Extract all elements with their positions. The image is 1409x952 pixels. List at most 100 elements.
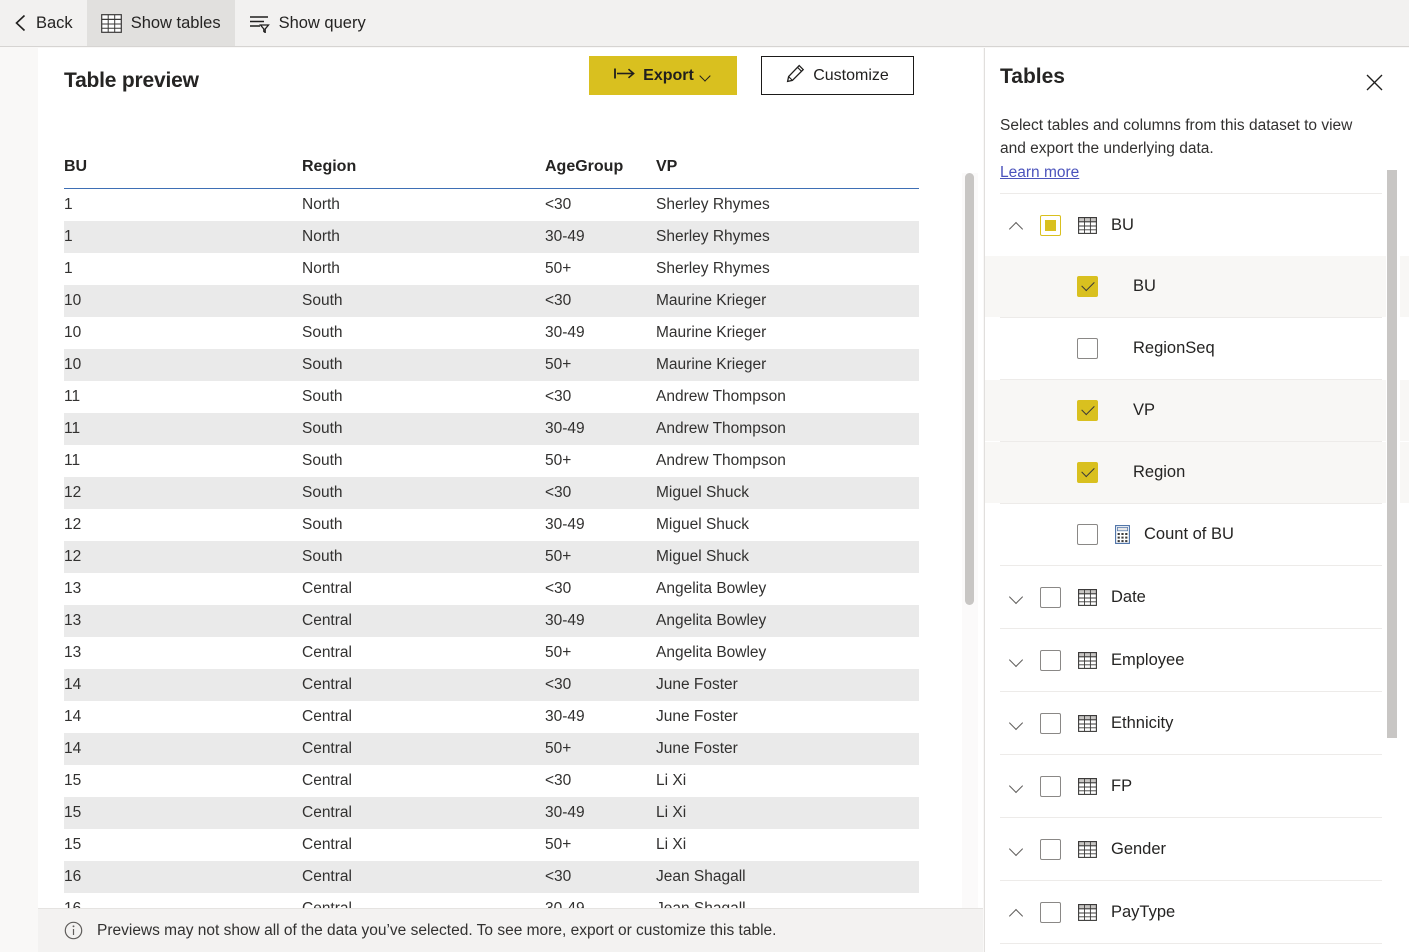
table-row[interactable]: 13 Central 50+ Angelita Bowley — [64, 637, 919, 669]
chevron-left-icon — [14, 14, 27, 32]
table-row[interactable]: 15 Central <30 Li Xi — [64, 765, 919, 797]
tree-column-vp[interactable]: VP — [985, 380, 1409, 441]
table-cell: South — [302, 348, 545, 381]
table-cell: 10 — [64, 348, 302, 381]
column-header-bu[interactable]: BU — [64, 158, 302, 189]
table-header-row: BU Region AgeGroup VP — [64, 158, 919, 189]
tree-table-employee[interactable]: Employee — [985, 629, 1409, 691]
table-row[interactable]: 11 South <30 Andrew Thompson — [64, 381, 919, 413]
tree-column-region[interactable]: Region — [985, 442, 1409, 503]
table-cell: South — [302, 323, 343, 341]
table-row[interactable]: 16 Central <30 Jean Shagall — [64, 860, 919, 893]
table-cell: 1 — [64, 220, 302, 253]
table-cell: 15 — [64, 771, 82, 789]
table-cell: <30 — [545, 195, 572, 213]
table-scroll-region: BU Region AgeGroup VP 1 North <30 Sherley R… — [38, 158, 983, 948]
table-row[interactable]: 11 South 50+ Andrew Thompson — [64, 445, 919, 477]
panel-vertical-scrollbar[interactable] — [1386, 170, 1400, 900]
table-cell: <30 — [545, 476, 656, 509]
table-row[interactable]: 1 North <30 Sherley Rhymes — [64, 189, 919, 221]
close-icon[interactable] — [1361, 69, 1387, 95]
table-cell: 50+ — [545, 732, 656, 765]
table-scrollbar-thumb[interactable] — [965, 173, 974, 605]
column-checkbox-bu[interactable] — [1077, 276, 1098, 297]
table-checkbox-employee[interactable] — [1040, 649, 1061, 671]
tree-column-bu[interactable]: BU — [985, 256, 1409, 317]
table-row[interactable]: 15 Central 30-49 Li Xi — [64, 796, 919, 829]
table-checkbox-gender[interactable] — [1040, 838, 1061, 860]
tree-column-regionseq[interactable]: RegionSeq — [985, 318, 1409, 379]
table-cell: 16 — [64, 860, 302, 893]
panel-scrollbar-thumb[interactable] — [1387, 170, 1397, 738]
table-row[interactable]: 13 Central 30-49 Angelita Bowley — [64, 604, 919, 637]
column-checkbox-count-of-bu[interactable] — [1077, 524, 1098, 545]
table-row[interactable]: 10 South <30 Maurine Krieger — [64, 284, 919, 317]
table-row[interactable]: 14 Central <30 June Foster — [64, 668, 919, 701]
tree-table-fp[interactable]: FP — [985, 755, 1409, 817]
show-tables-tab[interactable]: Show tables — [86, 0, 235, 46]
table-row[interactable]: 1 North 50+ Sherley Rhymes — [64, 253, 919, 285]
table-row[interactable]: 14 Central 50+ June Foster — [64, 732, 919, 765]
table-row[interactable]: 1 North 30-49 Sherley Rhymes — [64, 220, 919, 253]
chevron-down-icon[interactable] — [1000, 581, 1032, 613]
column-header-agegroup[interactable]: AgeGroup — [545, 158, 656, 189]
chevron-down-icon[interactable] — [1000, 644, 1032, 676]
table-row[interactable]: 12 South <30 Miguel Shuck — [64, 476, 919, 509]
table-row[interactable]: 11 South 30-49 Andrew Thompson — [64, 412, 919, 445]
table-cell: South — [302, 412, 545, 445]
table-cell: 30-49 — [545, 707, 585, 725]
table-checkbox-fp[interactable] — [1040, 775, 1061, 797]
table-cell: 50+ — [545, 348, 656, 381]
tree-table-paytype[interactable]: PayType — [985, 881, 1409, 943]
table-row[interactable]: 10 South 30-49 Maurine Krieger — [64, 317, 919, 349]
preview-header: Table preview Export Customize — [38, 48, 983, 120]
table-vertical-scrollbar[interactable] — [962, 173, 978, 948]
table-cell: Central — [302, 579, 352, 597]
tree-table-ethnicity[interactable]: Ethnicity — [985, 692, 1409, 754]
chevron-up-icon[interactable] — [1000, 209, 1032, 241]
table-cell: South — [302, 540, 545, 573]
table-checkbox-paytype[interactable] — [1040, 901, 1061, 923]
column-header-region[interactable]: Region — [302, 158, 545, 189]
column-checkbox-region[interactable] — [1077, 462, 1098, 483]
table-cell: 15 — [64, 835, 82, 853]
panel-title: Tables — [1000, 65, 1065, 88]
show-query-tab[interactable]: Show query — [235, 0, 380, 46]
table-cell: Maurine Krieger — [656, 284, 919, 317]
tree-table-label: FP — [1111, 776, 1133, 795]
column-checkbox-regionseq[interactable] — [1077, 338, 1098, 359]
tree-table-gender[interactable]: Gender — [985, 818, 1409, 880]
table-cell: <30 — [545, 284, 656, 317]
customize-button[interactable]: Customize — [761, 56, 914, 95]
column-header-vp[interactable]: VP — [656, 158, 919, 189]
learn-more-link[interactable]: Learn more — [1000, 164, 1079, 182]
table-row[interactable]: 13 Central <30 Angelita Bowley — [64, 573, 919, 605]
table-checkbox-bu[interactable] — [1040, 214, 1061, 236]
table-cell: Central — [302, 668, 545, 701]
table-checkbox-ethnicity[interactable] — [1040, 712, 1061, 734]
tree-table-bu[interactable]: BU — [985, 194, 1409, 256]
table-body: 1 North <30 Sherley Rhymes 1 North 30-49 Sherle… — [64, 189, 919, 925]
chevron-down-icon[interactable] — [1000, 707, 1032, 739]
chevron-down-icon[interactable] — [1000, 770, 1032, 802]
table-cell: <30 — [545, 771, 572, 789]
column-checkbox-vp[interactable] — [1077, 400, 1098, 421]
tree-table-label: BU — [1111, 215, 1134, 234]
table-row[interactable]: 14 Central 30-49 June Foster — [64, 701, 919, 733]
chevron-up-icon[interactable] — [1000, 896, 1032, 928]
table-checkbox-date[interactable] — [1040, 586, 1061, 608]
table-row[interactable]: 15 Central 50+ Li Xi — [64, 829, 919, 861]
export-button[interactable]: Export — [589, 56, 737, 95]
table-row[interactable]: 10 South 50+ Maurine Krieger — [64, 348, 919, 381]
table-row[interactable]: 12 South 50+ Miguel Shuck — [64, 540, 919, 573]
table-row[interactable]: 12 South 30-49 Miguel Shuck — [64, 509, 919, 541]
export-data-page: Back Show tables Show query Table previe… — [0, 0, 1409, 952]
export-label: Export — [643, 66, 694, 84]
chevron-down-icon[interactable] — [1000, 833, 1032, 865]
table-cell: 14 — [64, 707, 82, 725]
table-cell: South — [302, 476, 545, 509]
tree-column-count-of-bu[interactable]: Count of BU — [985, 504, 1409, 565]
back-button[interactable]: Back — [0, 0, 87, 46]
table-cell: Central — [302, 771, 352, 789]
tree-table-date[interactable]: Date — [985, 566, 1409, 628]
